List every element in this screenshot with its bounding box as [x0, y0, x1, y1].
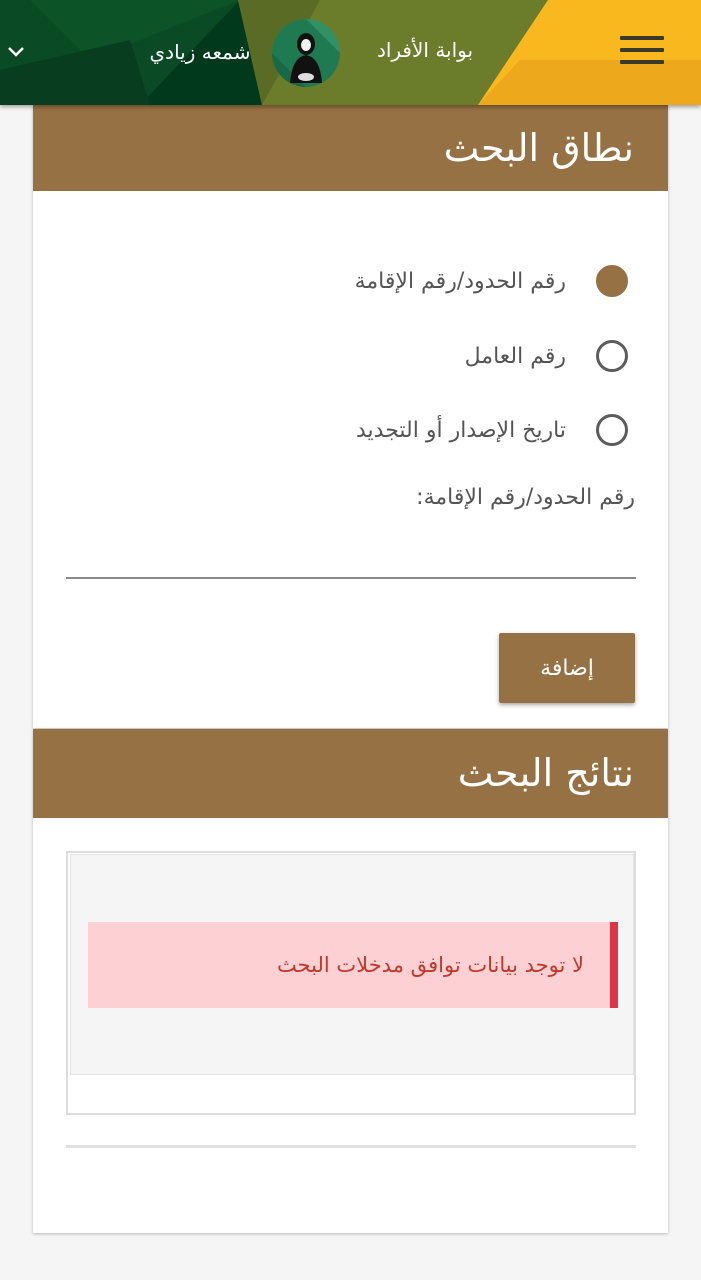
- menu-icon[interactable]: [620, 36, 664, 66]
- search-scope-title: نطاق البحث: [33, 105, 668, 191]
- radio-button[interactable]: [596, 414, 628, 446]
- add-button[interactable]: إضافة: [499, 633, 635, 703]
- border-number-input[interactable]: [66, 535, 636, 579]
- search-results-title: نتائج البحث: [33, 729, 668, 818]
- radio-option-issue-date[interactable]: تاريخ الإصدار أو التجديد: [356, 410, 628, 450]
- radio-option-worker-number[interactable]: رقم العامل: [465, 336, 628, 376]
- user-avatar-icon: [272, 19, 340, 87]
- radio-button[interactable]: [596, 340, 628, 372]
- header-background: [0, 0, 701, 105]
- radio-button-selected[interactable]: [596, 265, 628, 297]
- search-scope-card: نطاق البحث رقم الحدود/رقم الإقامة رقم ال…: [33, 105, 668, 728]
- chevron-down-icon[interactable]: [6, 42, 26, 62]
- portal-title: بوابة الأفراد: [376, 38, 474, 62]
- avatar[interactable]: [272, 19, 340, 87]
- results-table-body: لا توجد بيانات توافق مدخلات البحث: [70, 854, 634, 1075]
- user-name[interactable]: شمعه زيادي: [140, 40, 260, 64]
- radio-option-border-number[interactable]: رقم الحدود/رقم الإقامة: [355, 261, 628, 301]
- radio-label: تاريخ الإصدار أو التجديد: [356, 417, 566, 443]
- divider: [66, 1145, 636, 1148]
- no-results-alert: لا توجد بيانات توافق مدخلات البحث: [88, 922, 618, 1008]
- search-results-card: نتائج البحث لا توجد بيانات توافق مدخلات …: [33, 729, 668, 1233]
- border-number-field-label: رقم الحدود/رقم الإقامة:: [416, 485, 635, 510]
- radio-label: رقم العامل: [464, 343, 566, 369]
- top-header: بوابة الأفراد شمعه زيادي: [0, 0, 701, 105]
- results-table: لا توجد بيانات توافق مدخلات البحث: [66, 851, 636, 1115]
- radio-label: رقم الحدود/رقم الإقامة: [354, 268, 566, 294]
